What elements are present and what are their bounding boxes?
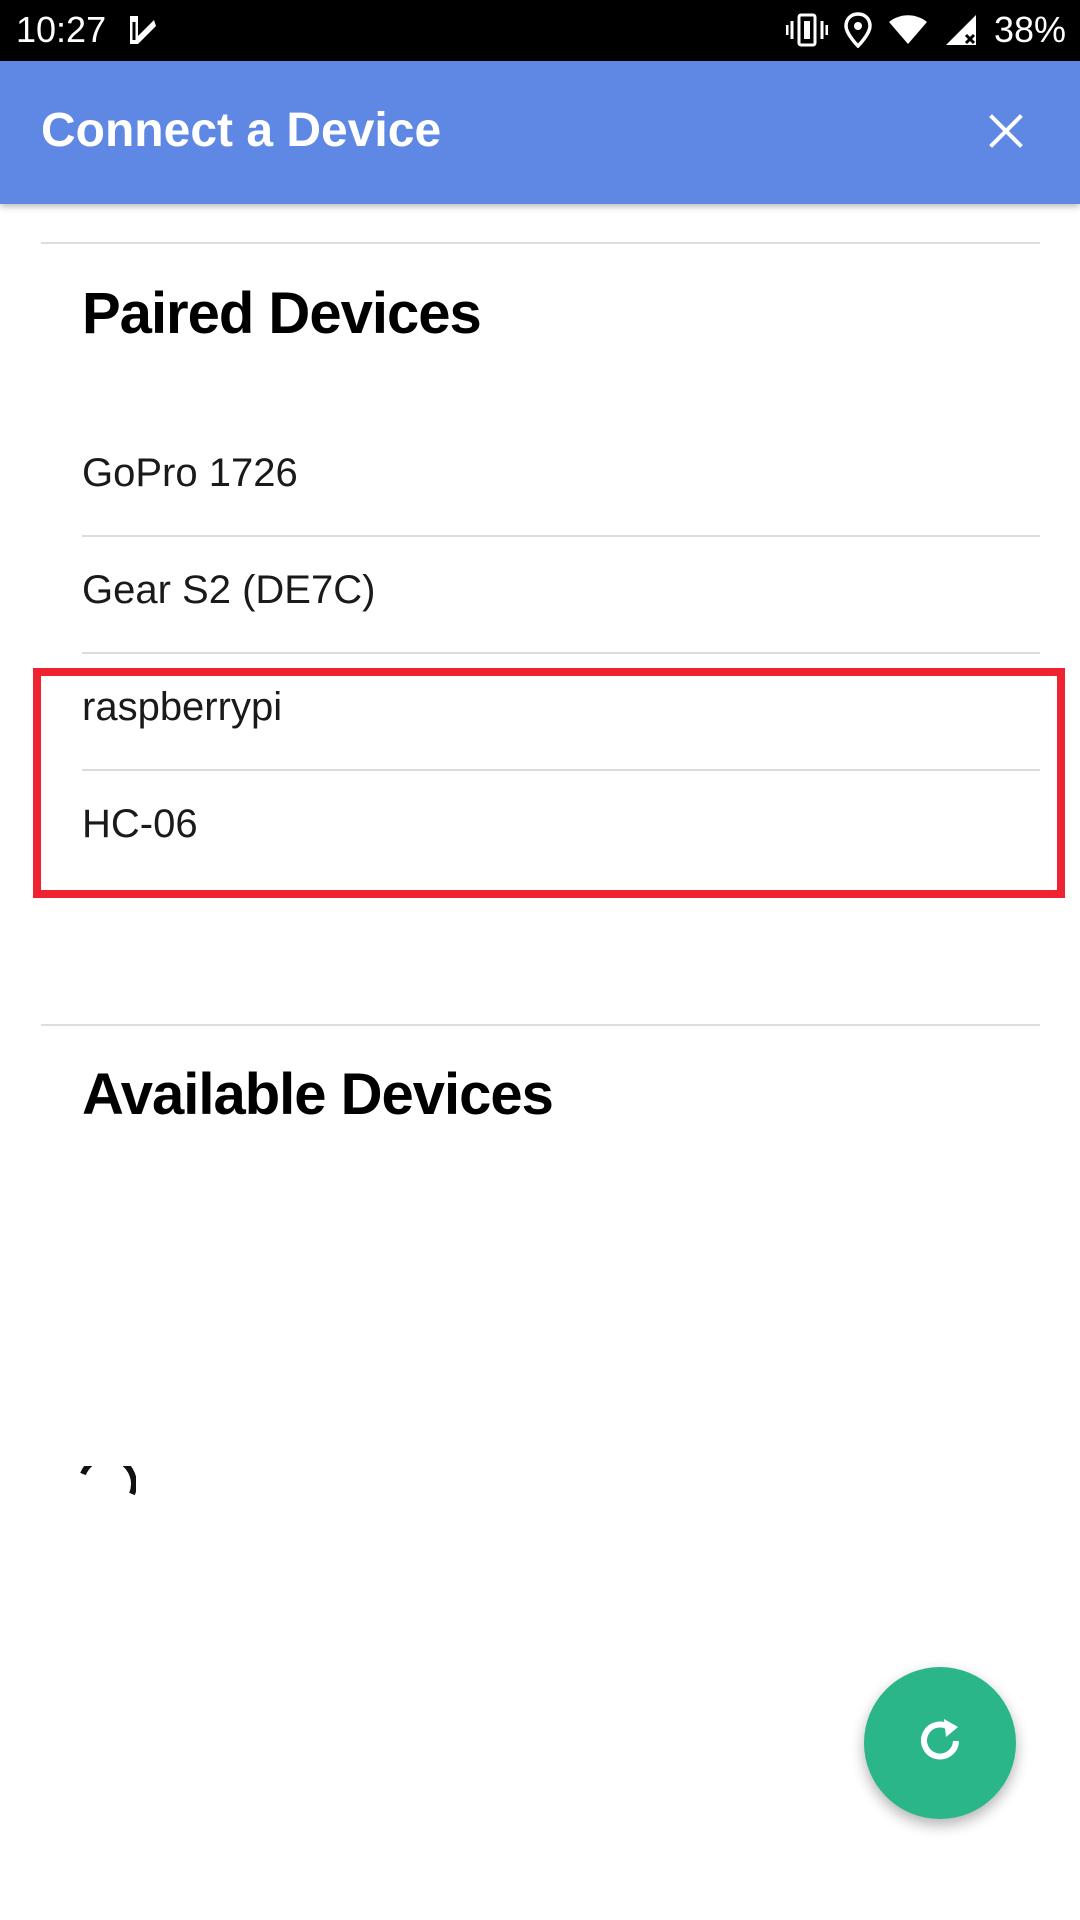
list-item[interactable]: Gear S2 (DE7C) (82, 537, 1040, 654)
device-name: HC-06 (82, 802, 198, 846)
app-bar: Connect a Device (0, 61, 1080, 204)
close-button[interactable] (970, 97, 1042, 169)
close-icon (989, 113, 1023, 153)
battery-percent: 38% (993, 9, 1066, 50)
page-title: Connect a Device (41, 104, 442, 157)
refresh-button[interactable] (864, 1667, 1016, 1819)
list-item[interactable]: raspberrypi (82, 654, 1040, 771)
app-check-icon (126, 12, 160, 48)
divider (41, 242, 1040, 244)
refresh-icon (914, 1715, 966, 1772)
paired-devices-heading: Paired Devices (82, 281, 482, 346)
paired-device-list: GoPro 1726 Gear S2 (DE7C) raspberrypi HC… (82, 420, 1040, 888)
device-name: GoPro 1726 (82, 451, 298, 495)
cell-signal-icon (944, 13, 978, 47)
device-name: raspberrypi (82, 685, 283, 729)
list-item[interactable]: HC-06 (82, 771, 1040, 888)
list-item[interactable]: GoPro 1726 (82, 420, 1040, 537)
device-name: Gear S2 (DE7C) (82, 568, 376, 612)
loading-spinner-icon (80, 1454, 137, 1522)
divider (41, 1024, 1040, 1026)
wifi-icon (888, 14, 928, 46)
status-icons: 38% (785, 8, 1066, 52)
location-icon (844, 12, 872, 48)
status-bar: 10:27 38% (0, 0, 1080, 61)
available-devices-heading: Available Devices (82, 1062, 554, 1127)
vibrate-icon (785, 13, 828, 47)
status-time: 10:27 (16, 9, 107, 50)
